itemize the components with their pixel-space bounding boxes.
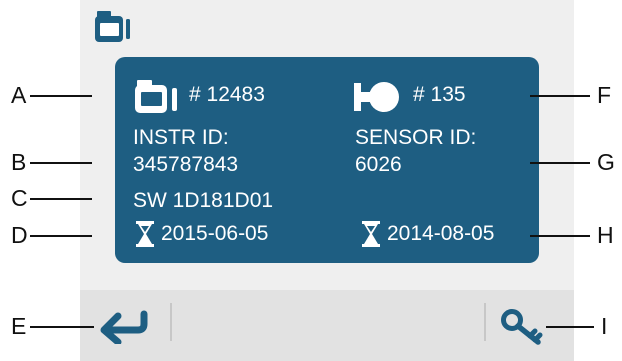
sensor-id-label: SENSOR ID:	[355, 126, 477, 149]
toolbar-divider	[484, 303, 486, 341]
hourglass-icon	[362, 221, 380, 247]
callout-line-f	[530, 95, 590, 97]
callout-e: E	[11, 313, 27, 339]
toolbar-divider	[170, 303, 172, 341]
sensor-id-value: 6026	[355, 153, 402, 176]
software-version: SW 1D181D01	[133, 189, 274, 212]
callout-i: I	[601, 313, 608, 339]
hourglass-icon	[136, 221, 154, 247]
instr-id-label: INSTR ID:	[133, 126, 229, 149]
callout-f: F	[597, 82, 612, 108]
callout-line-a	[30, 95, 92, 97]
callout-line-i	[546, 326, 594, 328]
callout-line-h	[530, 235, 590, 237]
instrument-number: # 12483	[189, 83, 265, 106]
instrument-icon	[95, 11, 130, 42]
instrument-info-panel: # 12483 INSTR ID: 345787843 SW 1D181D01 …	[115, 57, 539, 263]
callout-c: C	[11, 185, 28, 211]
instrument-date: 2015-06-05	[161, 222, 269, 245]
sensor-date: 2014-08-05	[387, 222, 495, 245]
callout-d: D	[11, 222, 28, 248]
back-button[interactable]	[100, 308, 148, 344]
sensor-icon	[354, 82, 399, 112]
sensor-number: # 135	[413, 83, 466, 106]
instr-id-value: 345787843	[133, 153, 239, 176]
callout-line-c	[30, 198, 92, 200]
callout-line-d	[30, 235, 92, 237]
callout-line-b	[30, 162, 92, 164]
callout-g: G	[597, 149, 615, 175]
key-button[interactable]	[500, 308, 546, 346]
callout-line-e	[30, 326, 94, 328]
instrument-icon	[135, 80, 177, 113]
key-icon	[501, 309, 543, 345]
callout-line-g	[530, 162, 590, 164]
callout-a: A	[11, 82, 27, 108]
callout-b: B	[11, 149, 27, 175]
back-arrow-icon	[100, 310, 148, 344]
callout-h: H	[597, 222, 614, 248]
